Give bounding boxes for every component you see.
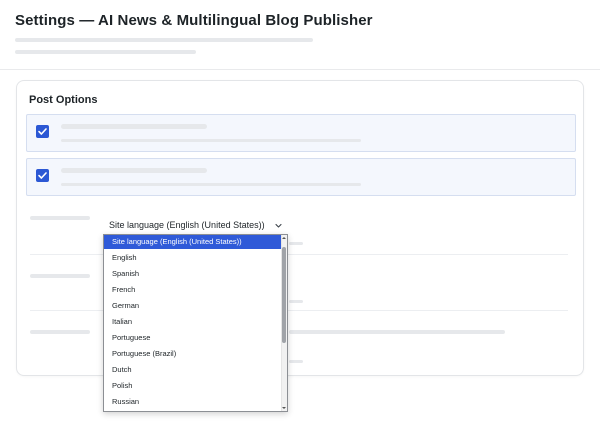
language-option[interactable]: French bbox=[104, 282, 282, 298]
setting-hint-placeholder bbox=[289, 242, 303, 245]
language-option[interactable]: Russian bbox=[104, 394, 282, 410]
setting-label-placeholder bbox=[30, 330, 90, 334]
checkmark-icon bbox=[38, 128, 47, 135]
description-placeholder-line bbox=[15, 38, 313, 42]
language-option[interactable]: Italian bbox=[104, 314, 282, 330]
scrollbar-thumb[interactable] bbox=[282, 247, 286, 343]
option-row bbox=[26, 114, 576, 152]
option-row bbox=[26, 158, 576, 196]
option-checkbox[interactable] bbox=[36, 125, 49, 138]
language-option[interactable]: Polish bbox=[104, 378, 282, 394]
language-option[interactable]: English bbox=[104, 250, 282, 266]
description-placeholder-line bbox=[15, 50, 196, 54]
option-checkbox[interactable] bbox=[36, 169, 49, 182]
scroll-up-icon[interactable] bbox=[282, 236, 286, 240]
page-header: Settings — AI News & Multilingual Blog P… bbox=[0, 0, 600, 70]
language-option[interactable]: Portuguese (Brazil) bbox=[104, 346, 282, 362]
option-label-placeholder bbox=[61, 124, 207, 129]
setting-hint-placeholder bbox=[289, 360, 303, 363]
option-description-placeholder bbox=[61, 139, 361, 142]
language-dropdown-list[interactable]: Site language (English (United States)) E… bbox=[103, 234, 288, 412]
dropdown-scrollbar[interactable] bbox=[281, 235, 287, 411]
checkmark-icon bbox=[38, 172, 47, 179]
scroll-down-icon[interactable] bbox=[282, 406, 286, 410]
language-select[interactable]: Site language (English (United States)) bbox=[102, 216, 287, 234]
language-option[interactable]: Dutch bbox=[104, 362, 282, 378]
setting-input-placeholder bbox=[289, 330, 505, 334]
language-options: Site language (English (United States)) E… bbox=[104, 235, 282, 410]
language-option[interactable]: Spanish bbox=[104, 266, 282, 282]
setting-hint-placeholder bbox=[289, 300, 303, 303]
option-description-placeholder bbox=[61, 183, 361, 186]
language-option[interactable]: German bbox=[104, 298, 282, 314]
language-select-value: Site language (English (United States)) bbox=[109, 220, 265, 230]
option-label-placeholder bbox=[61, 168, 207, 173]
page-title: Settings — AI News & Multilingual Blog P… bbox=[15, 12, 373, 29]
card-title: Post Options bbox=[29, 94, 98, 106]
language-option-selected[interactable]: Site language (English (United States)) bbox=[104, 235, 282, 249]
setting-label-placeholder bbox=[30, 216, 90, 220]
language-option[interactable]: Portuguese bbox=[104, 330, 282, 346]
setting-label-placeholder bbox=[30, 274, 90, 278]
